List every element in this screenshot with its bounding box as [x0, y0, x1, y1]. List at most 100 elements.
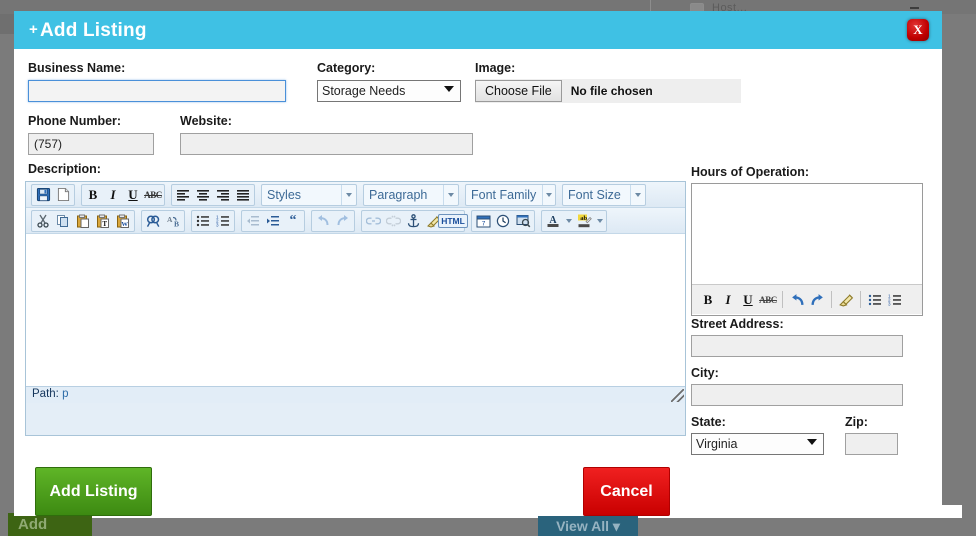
close-icon[interactable]: X: [907, 19, 929, 41]
font-size-select-label: Font Size: [568, 187, 621, 202]
website-input[interactable]: [180, 133, 473, 155]
blockquote-icon[interactable]: “: [283, 211, 303, 231]
save-icon[interactable]: [33, 185, 53, 205]
find-icon[interactable]: [143, 211, 163, 231]
editor-toolbar-row-2: T W A B 1 2 3 “ HTML 7 A ab: [26, 208, 685, 234]
phone-label: Phone Number:: [28, 114, 122, 128]
bullet-list-icon[interactable]: [193, 211, 213, 231]
street-address-label: Street Address:: [691, 317, 784, 331]
styles-select[interactable]: Styles: [261, 183, 357, 206]
unlink-icon[interactable]: [383, 211, 403, 231]
editor-group-format: B I U ABC: [81, 183, 165, 206]
path-label: Path:: [32, 388, 59, 400]
svg-text:3: 3: [888, 301, 891, 305]
bold-icon[interactable]: B: [83, 185, 103, 205]
paragraph-select-label: Paragraph: [369, 187, 428, 202]
file-status-text: No file chosen: [570, 84, 653, 98]
align-center-icon[interactable]: [193, 185, 213, 205]
italic-icon[interactable]: I: [103, 185, 123, 205]
chevron-down-icon: [341, 184, 356, 205]
paste-icon[interactable]: [73, 211, 93, 231]
background-left-edge: [0, 14, 14, 34]
background-add-button[interactable]: Add: [8, 513, 92, 536]
hours-textarea[interactable]: [692, 184, 922, 284]
indent-icon[interactable]: [263, 211, 283, 231]
resize-handle-icon[interactable]: [671, 389, 684, 402]
state-select[interactable]: Virginia: [691, 433, 824, 455]
editor-group-align: [171, 183, 255, 206]
background-color-dropdown-icon[interactable]: [594, 211, 605, 231]
phone-input[interactable]: [28, 133, 154, 155]
editor-group-file: [31, 183, 75, 206]
insert-time-icon[interactable]: [493, 211, 513, 231]
svg-text:A: A: [167, 215, 173, 224]
copy-icon[interactable]: [53, 211, 73, 231]
font-family-select[interactable]: Font Family: [465, 183, 556, 206]
choose-file-button[interactable]: Choose File: [475, 80, 562, 102]
category-select[interactable]: Storage Needs: [317, 80, 461, 102]
background-color-icon[interactable]: ab: [574, 211, 594, 231]
city-input[interactable]: [691, 384, 903, 406]
website-label: Website:: [180, 114, 232, 128]
modal-header: + Add Listing X: [14, 11, 942, 49]
bullet-list-icon[interactable]: [865, 290, 885, 310]
cancel-button[interactable]: Cancel: [583, 467, 670, 516]
background-view-all-button[interactable]: View All ▾: [538, 516, 638, 536]
underline-icon[interactable]: U: [123, 185, 143, 205]
svg-text:T: T: [102, 220, 107, 228]
undo-icon[interactable]: [313, 211, 333, 231]
editor-path-bar: Path: p: [26, 386, 685, 403]
modal-body: Business Name: Category: Storage Needs I…: [14, 49, 942, 516]
anchor-icon[interactable]: [403, 211, 423, 231]
paste-word-icon[interactable]: W: [113, 211, 133, 231]
cleanup-icon[interactable]: [836, 290, 856, 310]
redo-icon[interactable]: [333, 211, 353, 231]
font-size-select[interactable]: Font Size: [562, 183, 646, 206]
business-name-input[interactable]: [28, 80, 286, 102]
image-file-row[interactable]: Choose File No file chosen: [475, 79, 741, 103]
category-select-wrapper: Storage Needs: [317, 80, 461, 102]
state-select-wrapper: Virginia: [691, 433, 824, 455]
description-editor: B I U ABC Styles Paragraph Font Family F…: [25, 181, 686, 436]
insert-date-icon[interactable]: 7: [473, 211, 493, 231]
find-replace-icon[interactable]: A B: [163, 211, 183, 231]
hours-toolbar: B I U ABC 1 2 3: [692, 284, 922, 314]
text-color-dropdown-icon[interactable]: [563, 211, 574, 231]
editor-toolbar-row-1: B I U ABC Styles Paragraph Font Family F…: [26, 182, 685, 208]
preview-icon[interactable]: [513, 211, 533, 231]
toolbar-separator: [782, 291, 783, 308]
zip-input[interactable]: [845, 433, 898, 455]
undo-icon[interactable]: [787, 290, 807, 310]
numbered-list-icon[interactable]: 123: [885, 290, 905, 310]
outdent-icon[interactable]: [243, 211, 263, 231]
numbered-list-icon[interactable]: 123: [213, 211, 233, 231]
zip-label: Zip:: [845, 415, 868, 429]
html-icon[interactable]: HTML: [438, 211, 468, 231]
editor-group-links: HTML: [361, 209, 468, 232]
editor-group-lists: 123: [191, 209, 235, 232]
add-listing-button[interactable]: Add Listing: [35, 467, 152, 516]
link-icon[interactable]: [363, 211, 383, 231]
paste-text-icon[interactable]: T: [93, 211, 113, 231]
category-label: Category:: [317, 61, 376, 75]
chevron-down-icon: [443, 184, 458, 205]
bold-icon[interactable]: B: [698, 290, 718, 310]
strikethrough-icon[interactable]: ABC: [758, 290, 778, 310]
street-address-input[interactable]: [691, 335, 903, 357]
align-left-icon[interactable]: [173, 185, 193, 205]
state-label: State:: [691, 415, 726, 429]
italic-icon[interactable]: I: [718, 290, 738, 310]
align-justify-icon[interactable]: [233, 185, 253, 205]
svg-text:7: 7: [481, 220, 485, 227]
underline-icon[interactable]: U: [738, 290, 758, 310]
redo-icon[interactable]: [807, 290, 827, 310]
text-color-icon[interactable]: A: [543, 211, 563, 231]
strikethrough-icon[interactable]: ABC: [143, 185, 163, 205]
paragraph-select[interactable]: Paragraph: [363, 183, 459, 206]
description-textarea[interactable]: [26, 234, 685, 386]
toolbar-separator: [831, 291, 832, 308]
chevron-down-icon: [630, 184, 645, 205]
align-right-icon[interactable]: [213, 185, 233, 205]
cut-icon[interactable]: [33, 211, 53, 231]
new-document-icon[interactable]: [53, 185, 73, 205]
